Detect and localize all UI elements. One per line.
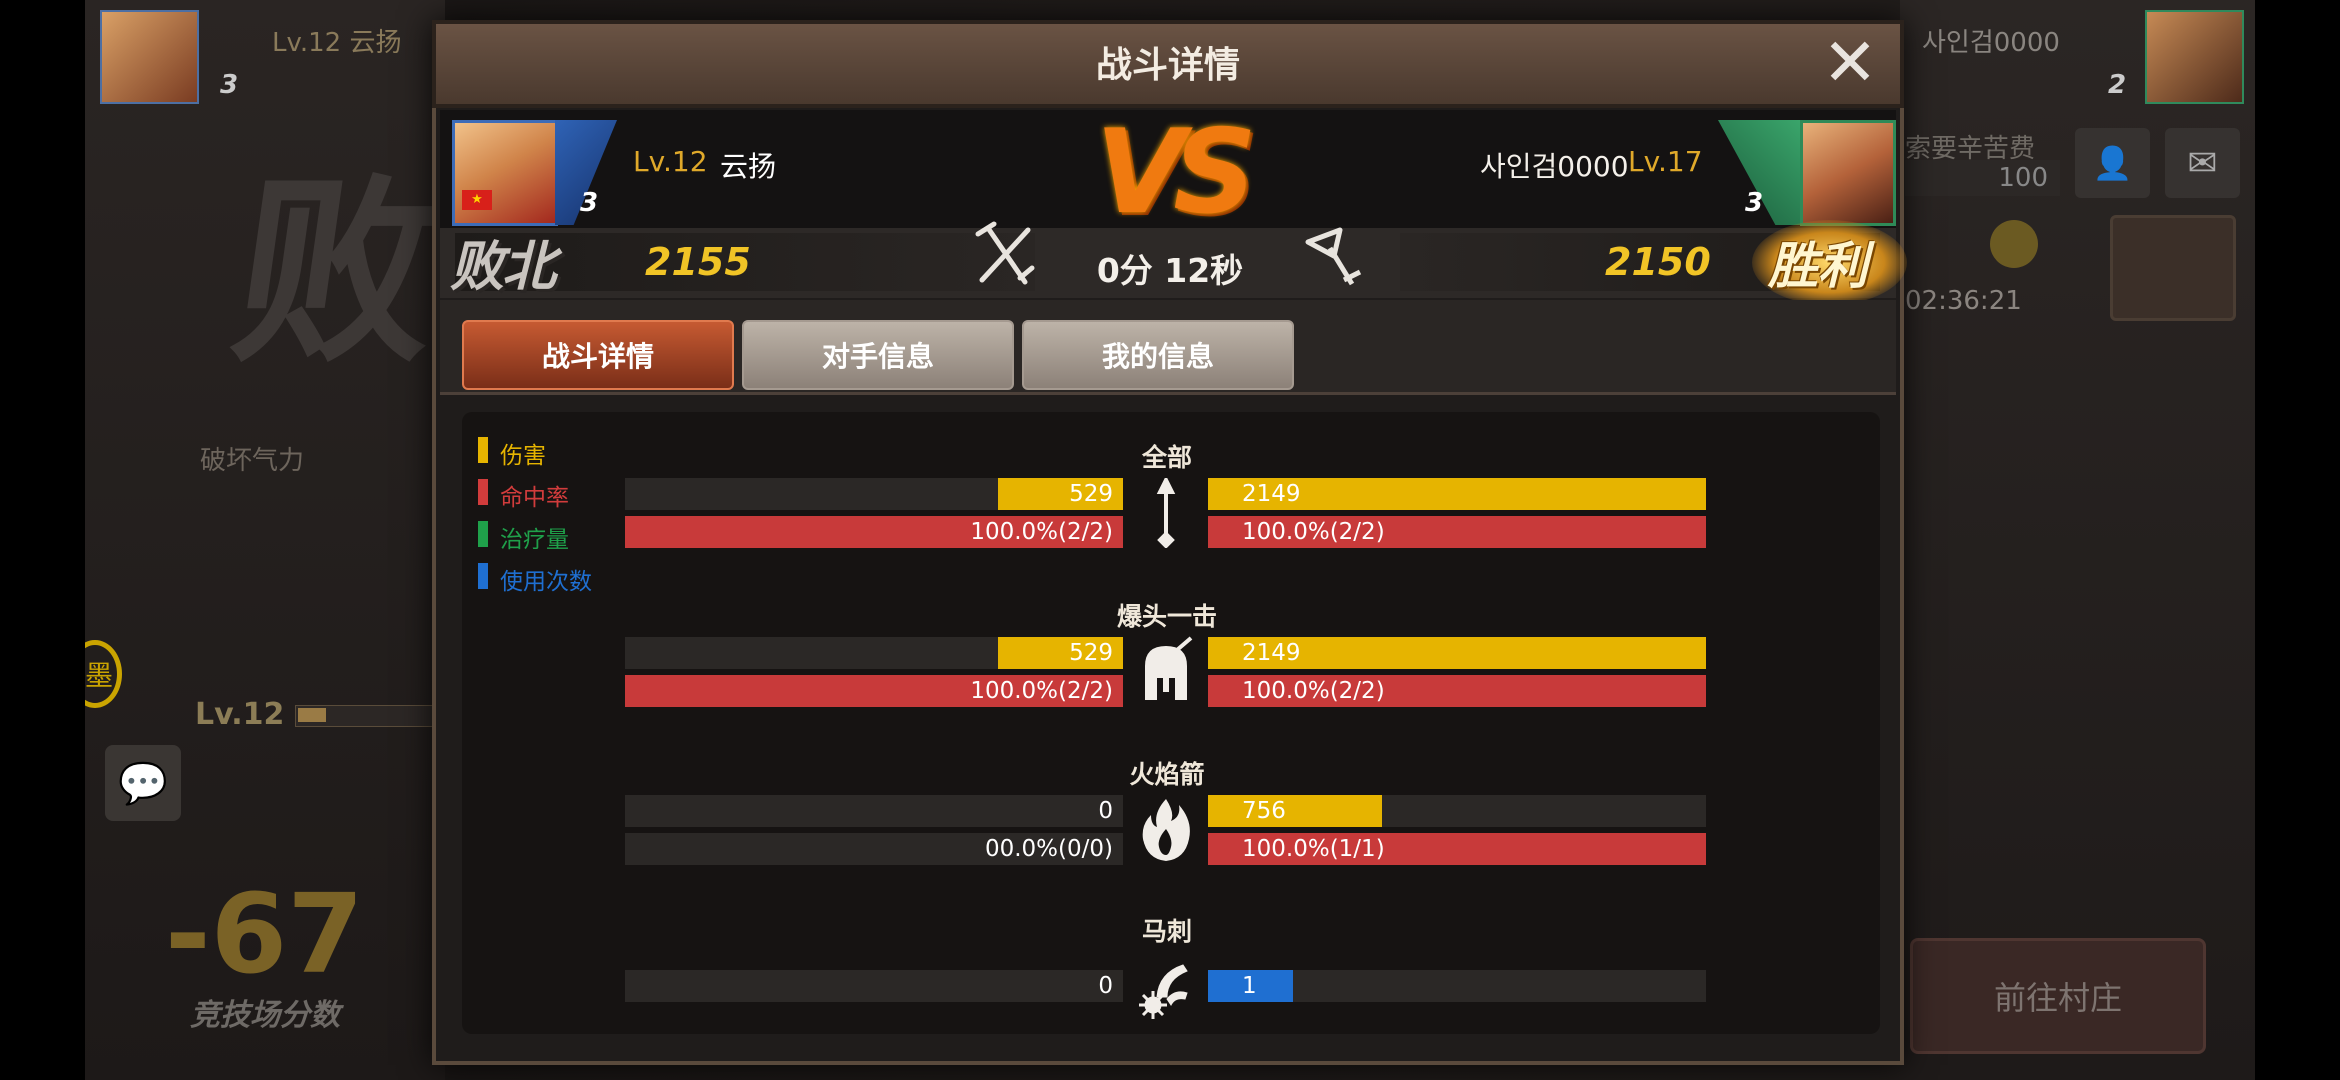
axe-icon — [1305, 227, 1362, 286]
left-damage-value: 0 — [1098, 798, 1113, 824]
arrow-icon — [1156, 478, 1176, 548]
bg-level: Lv.12 — [195, 697, 285, 732]
tab-my-info[interactable]: 我的信息 — [1022, 320, 1294, 390]
bg-left-hero-portrait — [100, 10, 199, 104]
spur-icon — [1139, 964, 1188, 1019]
bg-timer: 02:36:21 — [1905, 286, 2022, 316]
legend-healing-label: 治疗量 — [500, 527, 569, 553]
right-hit-rate-value: 100.0%(2/2) — [1242, 519, 1385, 545]
right-player-level: Lv.17 — [1628, 145, 1703, 178]
left-player-name: 云扬 — [720, 150, 777, 183]
victory-label: 胜利 — [1768, 237, 1868, 295]
right-damage-value: 2149 — [1242, 481, 1301, 507]
left-player-avatar[interactable] — [452, 120, 558, 226]
skill-title: 火焰箭 — [1129, 760, 1205, 789]
skill-title: 马刺 — [1141, 917, 1192, 946]
helmet-icon — [1145, 636, 1193, 700]
coin-icon — [1990, 220, 2038, 268]
right-player-stars: 3 — [1745, 188, 1764, 218]
skill-title: 爆头一击 — [1116, 602, 1217, 631]
tab-battle-details[interactable]: 战斗详情 — [462, 320, 734, 390]
left-damage-value: 529 — [1069, 640, 1113, 666]
flame-icon — [1142, 799, 1190, 861]
modal-title: 战斗详情 — [1095, 45, 1240, 86]
bg-right-hero-portrait — [2145, 10, 2244, 104]
screen-edge-left — [0, 0, 85, 1080]
screen-edge-right — [2255, 0, 2340, 1080]
bg-arena-score: -67 — [165, 870, 364, 998]
left-hit-rate-value: 00.0%(0/0) — [984, 836, 1113, 862]
right-use-count-value: 1 — [1242, 973, 1257, 999]
crossed-weapons-icon — [975, 221, 1035, 285]
right-hit-rate-value: 100.0%(1/1) — [1242, 836, 1385, 862]
bg-fee-value: 100 — [1905, 160, 2060, 196]
tab-opponent-info[interactable]: 对手信息 — [742, 320, 1014, 390]
legend-use-count-label: 使用次数 — [500, 569, 592, 595]
add-friend-icon[interactable]: 👤 — [2075, 128, 2150, 198]
right-player-name: 사인검0000 — [1480, 150, 1629, 183]
chat-icon[interactable]: 💬 — [105, 745, 181, 821]
right-player-avatar[interactable] — [1800, 120, 1896, 226]
battle-time: 0分 12秒 — [1096, 251, 1244, 290]
left-player-score: 2155 — [645, 240, 751, 284]
left-player-level: Lv.12 — [633, 145, 708, 178]
left-player-stars: 3 — [580, 188, 599, 218]
legend-damage-label: 伤害 — [500, 443, 546, 469]
left-use-count-value: 0 — [1098, 973, 1113, 999]
bg-arena-score-label: 竞技场分数 — [190, 998, 340, 1033]
bg-left-stars: 3 — [220, 70, 239, 100]
vs-logo: VS — [1095, 105, 1256, 240]
bg-clock-char: 墨 — [85, 659, 114, 692]
legend-healing-swatch — [478, 521, 488, 547]
skill-title: 全部 — [1141, 443, 1192, 472]
left-hit-rate-value: 100.0%(2/2) — [970, 678, 1113, 704]
bg-level-bar-fill — [298, 708, 326, 722]
left-damage-value: 529 — [1069, 481, 1113, 507]
left-hit-rate-value: 100.0%(2/2) — [970, 519, 1113, 545]
bg-right-player-name: 사인검0000 — [1922, 28, 2060, 58]
legend-hit-rate-label: 命中率 — [500, 485, 569, 511]
right-damage-value: 2149 — [1242, 640, 1301, 666]
defeat-label: 败北 — [450, 235, 556, 298]
chest-icon — [2110, 215, 2236, 321]
bg-destroy-label: 破坏气力 — [200, 446, 305, 476]
bg-right-stars: 2 — [2108, 70, 2127, 100]
legend-hit-rate-swatch — [478, 479, 488, 505]
mail-icon[interactable]: ✉ — [2165, 128, 2240, 198]
close-button[interactable]: ✕ — [1815, 30, 1885, 96]
legend-use-count-swatch — [478, 563, 488, 589]
bg-defeat-text: 败 — [221, 157, 454, 390]
right-damage-value: 756 — [1242, 798, 1286, 824]
china-flag-icon: ★ — [462, 190, 492, 210]
right-hit-rate-value: 100.0%(2/2) — [1242, 678, 1385, 704]
legend-damage-swatch — [478, 437, 488, 463]
goto-village-button[interactable]: 前往村庄 — [1910, 938, 2206, 1054]
right-player-score: 2150 — [1605, 240, 1711, 284]
bg-left-player-name: Lv.12 云扬 — [272, 28, 402, 58]
